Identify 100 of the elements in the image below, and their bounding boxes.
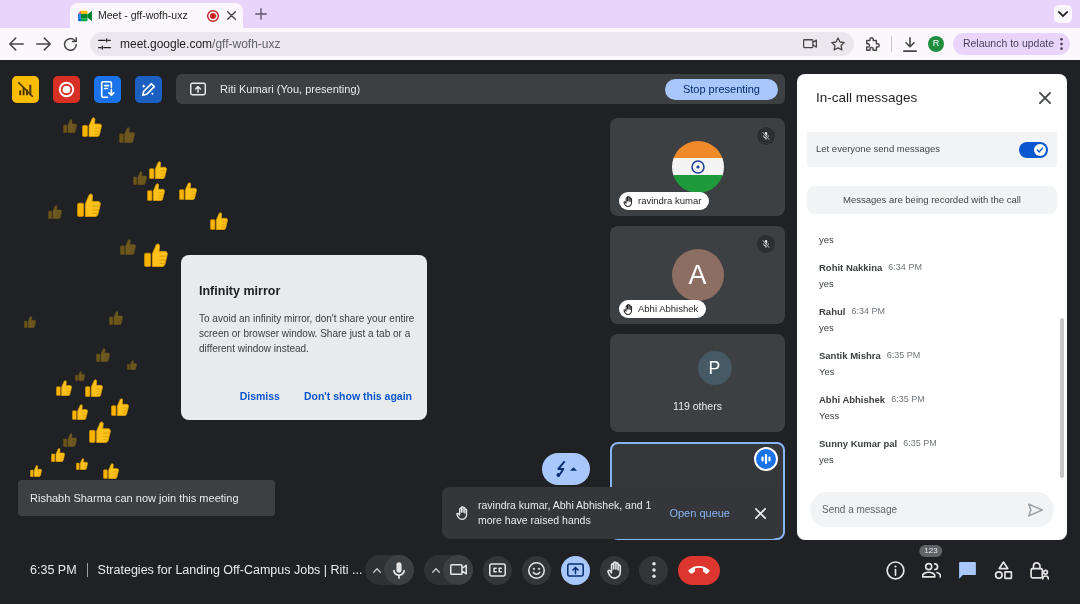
thumbs-up-icon bbox=[51, 448, 65, 462]
close-icon bbox=[226, 11, 236, 20]
thumbs-up-icon bbox=[144, 243, 168, 267]
panel-title: In-call messages bbox=[816, 88, 918, 107]
message-input[interactable]: Send a message bbox=[822, 499, 1020, 520]
captions-button[interactable] bbox=[483, 555, 512, 585]
shapes-icon bbox=[993, 560, 1013, 580]
message-time: 6:35 PM bbox=[886, 349, 921, 363]
message-text: Yes bbox=[819, 365, 835, 379]
avatar: A bbox=[671, 249, 724, 301]
scrollbar[interactable] bbox=[1060, 318, 1064, 478]
recording-notice: Messages are being recorded with the call bbox=[807, 186, 1057, 214]
thumbs-up-icon bbox=[56, 380, 72, 396]
message-text: yes bbox=[819, 321, 834, 335]
star-icon bbox=[830, 37, 845, 51]
thumbs-up-icon bbox=[48, 205, 62, 219]
thumbs-up-icon bbox=[111, 398, 129, 416]
thumbs-up-icon bbox=[210, 212, 228, 230]
present-button[interactable] bbox=[561, 555, 590, 585]
lock-person-icon bbox=[1029, 560, 1049, 580]
chevron-up-icon bbox=[372, 567, 381, 573]
message-field[interactable]: Send a message bbox=[810, 492, 1054, 527]
forward-arrow-icon bbox=[35, 37, 51, 51]
message-text: yes bbox=[819, 277, 834, 291]
info-icon bbox=[885, 560, 905, 580]
dialog-button[interactable]: Don't show this again bbox=[303, 389, 412, 405]
present-screen-icon bbox=[190, 82, 206, 96]
close-icon bbox=[754, 507, 766, 519]
chevron-down-icon bbox=[1058, 11, 1068, 17]
thumbs-up-icon bbox=[30, 465, 42, 477]
thumbs-up-icon bbox=[133, 171, 147, 185]
message-text: yes bbox=[819, 233, 834, 247]
reload-icon bbox=[63, 37, 77, 51]
close-icon bbox=[1039, 92, 1051, 104]
reactions-button[interactable] bbox=[542, 453, 590, 485]
thumbs-up-icon bbox=[89, 421, 111, 443]
others-count: 119 others bbox=[673, 399, 722, 415]
message-time: 6:34 PM bbox=[851, 305, 885, 319]
smiley-icon bbox=[528, 561, 545, 579]
participant-count-badge: 123 bbox=[919, 545, 943, 557]
profile-avatar[interactable]: R bbox=[927, 36, 944, 52]
microphone-button[interactable] bbox=[384, 555, 414, 585]
browser-tab[interactable]: Meet - gff-wofh-uxz bbox=[70, 3, 243, 28]
slashed-chart-icon[interactable] bbox=[12, 75, 39, 103]
video-camera-icon bbox=[449, 564, 467, 576]
video-camera-icon bbox=[78, 8, 92, 23]
phone-hang-up-icon bbox=[688, 566, 710, 574]
record-icon[interactable] bbox=[53, 75, 80, 103]
download-icon bbox=[902, 36, 917, 52]
site-info-button[interactable] bbox=[96, 36, 112, 52]
close-tab-button[interactable] bbox=[225, 9, 237, 22]
url-field[interactable]: meet.google.com/gff-wofh-uxz bbox=[120, 35, 794, 53]
dialog-button[interactable]: Dismiss bbox=[239, 389, 280, 405]
extensions-button[interactable] bbox=[863, 35, 882, 53]
emoji-button[interactable] bbox=[522, 555, 551, 585]
thumbs-up-icon bbox=[72, 404, 88, 420]
relaunch-button[interactable]: Relaunch to update bbox=[952, 33, 1070, 55]
forward-button[interactable] bbox=[33, 34, 53, 54]
audio-level-icon bbox=[754, 447, 778, 471]
avatar: P bbox=[697, 351, 732, 386]
back-button[interactable] bbox=[6, 34, 26, 54]
thumbs-up-icon bbox=[24, 316, 36, 328]
open-queue-link[interactable]: Open queue bbox=[669, 504, 730, 522]
thumbs-up-icon bbox=[82, 117, 102, 137]
downloads-button[interactable] bbox=[900, 35, 919, 53]
thumbs-up-icon bbox=[63, 119, 77, 133]
sliders-icon bbox=[97, 38, 111, 50]
chevron-up-icon bbox=[431, 567, 440, 573]
plus-icon bbox=[255, 8, 267, 20]
thumbs-up-icon bbox=[77, 193, 101, 217]
toggle-switch[interactable] bbox=[1019, 141, 1048, 158]
message-text: Yess bbox=[819, 409, 840, 423]
new-tab-button[interactable] bbox=[253, 6, 269, 22]
caret-up-icon bbox=[570, 467, 577, 471]
thumbs-up-icon bbox=[96, 348, 110, 362]
dialog-title: Infinity mirror bbox=[199, 283, 281, 300]
present-screen-icon bbox=[567, 563, 584, 577]
leave-call-button[interactable] bbox=[678, 555, 720, 585]
raise-hand-button[interactable] bbox=[600, 555, 629, 585]
bookmark-button[interactable] bbox=[829, 36, 846, 52]
thumbs-up-icon bbox=[76, 458, 88, 470]
message-time: 6:35 PM bbox=[891, 393, 925, 407]
thumbs-up-icon bbox=[147, 183, 165, 201]
sender-name: Santik Mishra bbox=[819, 348, 881, 363]
more-vertical-icon bbox=[651, 562, 656, 578]
thumbs-up-icon bbox=[119, 127, 135, 143]
thumbs-up-icon bbox=[120, 239, 136, 255]
sender-name: Rahul bbox=[819, 304, 846, 319]
meeting-title: Strategies for Landing Off-Campus Jobs | Riti ... bbox=[97, 561, 363, 579]
more-options-button[interactable] bbox=[639, 555, 668, 585]
microphone-icon bbox=[393, 561, 405, 579]
clock-text: 6:35 PM bbox=[30, 561, 77, 579]
captions-icon bbox=[489, 563, 506, 577]
stop-presenting-button[interactable]: Stop presenting bbox=[664, 78, 778, 100]
tab-list-button[interactable] bbox=[1054, 5, 1072, 23]
message-time: 6:35 PM bbox=[903, 437, 937, 451]
thumbs-up-icon bbox=[179, 182, 197, 200]
camera-button[interactable] bbox=[443, 555, 473, 585]
pencil-sparkle-icon[interactable] bbox=[135, 75, 162, 103]
lightning-icon bbox=[555, 461, 567, 477]
